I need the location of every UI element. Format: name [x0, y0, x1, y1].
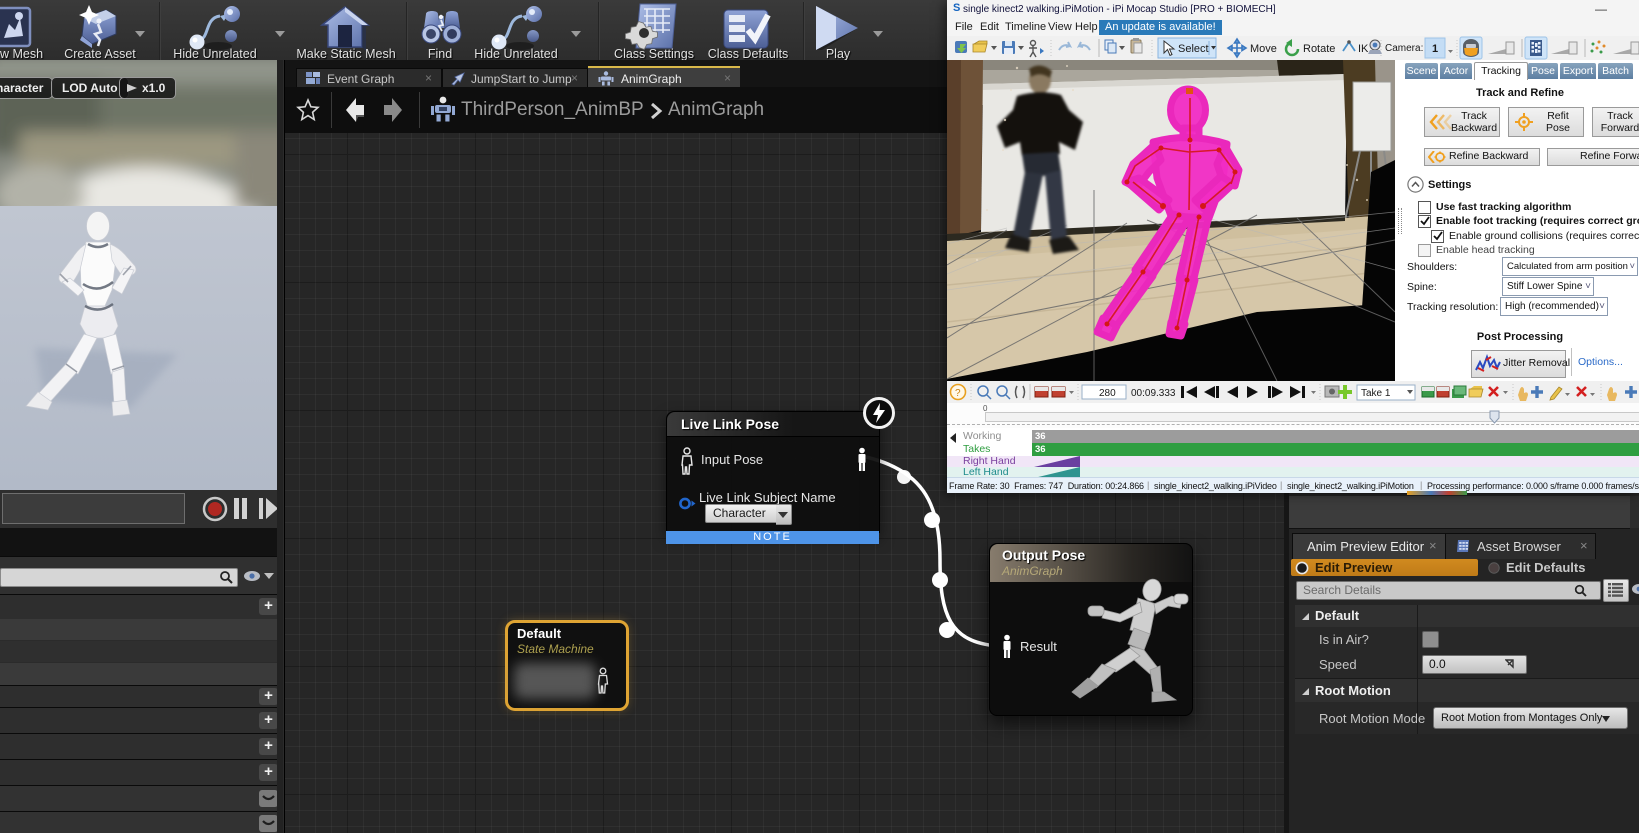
svg-text:Rotate: Rotate: [1303, 43, 1335, 55]
svg-text:Select: Select: [1178, 43, 1209, 55]
svg-text:?: ?: [955, 388, 961, 399]
svg-text:Move: Move: [1250, 43, 1277, 55]
svg-text:280: 280: [1099, 388, 1116, 399]
svg-text:IK: IK: [1358, 43, 1369, 55]
svg-text:Camera:: Camera:: [1385, 43, 1423, 54]
svg-text:Take 1: Take 1: [1361, 388, 1391, 399]
svg-text:00:09.333: 00:09.333: [1131, 388, 1176, 399]
svg-text:1: 1: [1432, 43, 1438, 55]
